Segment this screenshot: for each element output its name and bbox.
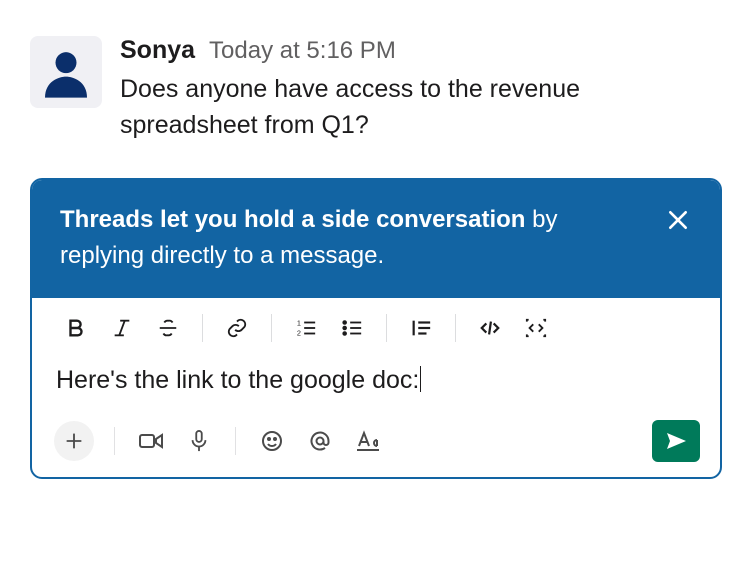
plus-icon[interactable] <box>54 421 94 461</box>
message-body: Sonya Today at 5:16 PM Does anyone have … <box>120 36 722 144</box>
composer-actions <box>32 413 720 477</box>
strikethrough-icon[interactable] <box>146 308 190 348</box>
ordered-list-icon[interactable]: 1 2 <box>284 308 328 348</box>
code-block-icon[interactable] <box>514 308 558 348</box>
message-input-text: Here's the link to the google doc: <box>56 366 419 394</box>
message-username[interactable]: Sonya <box>120 36 195 65</box>
thread-composer: Threads let you hold a side conversation… <box>30 178 722 479</box>
message-text: Does anyone have access to the revenue s… <box>120 71 722 144</box>
message-row: Sonya Today at 5:16 PM Does anyone have … <box>30 36 722 144</box>
message-timestamp: Today at 5:16 PM <box>209 37 396 65</box>
blockquote-icon[interactable] <box>399 308 443 348</box>
svg-text:1: 1 <box>297 318 301 327</box>
emoji-icon[interactable] <box>250 419 294 463</box>
bold-icon[interactable] <box>54 308 98 348</box>
bullet-list-icon[interactable] <box>330 308 374 348</box>
format-text-icon[interactable] <box>346 419 390 463</box>
threads-tip-banner: Threads let you hold a side conversation… <box>32 180 720 298</box>
send-button[interactable] <box>652 420 700 462</box>
threads-tip-text: Threads let you hold a side conversation… <box>60 202 646 274</box>
italic-icon[interactable] <box>100 308 144 348</box>
video-icon[interactable] <box>129 419 173 463</box>
message-input[interactable]: Here's the link to the google doc: <box>32 354 720 413</box>
mention-icon[interactable] <box>298 419 342 463</box>
close-icon[interactable] <box>662 204 694 236</box>
svg-text:2: 2 <box>297 328 301 337</box>
avatar <box>30 36 102 108</box>
link-icon[interactable] <box>215 308 259 348</box>
code-icon[interactable] <box>468 308 512 348</box>
formatting-toolbar: 1 2 <box>32 298 720 354</box>
microphone-icon[interactable] <box>177 419 221 463</box>
